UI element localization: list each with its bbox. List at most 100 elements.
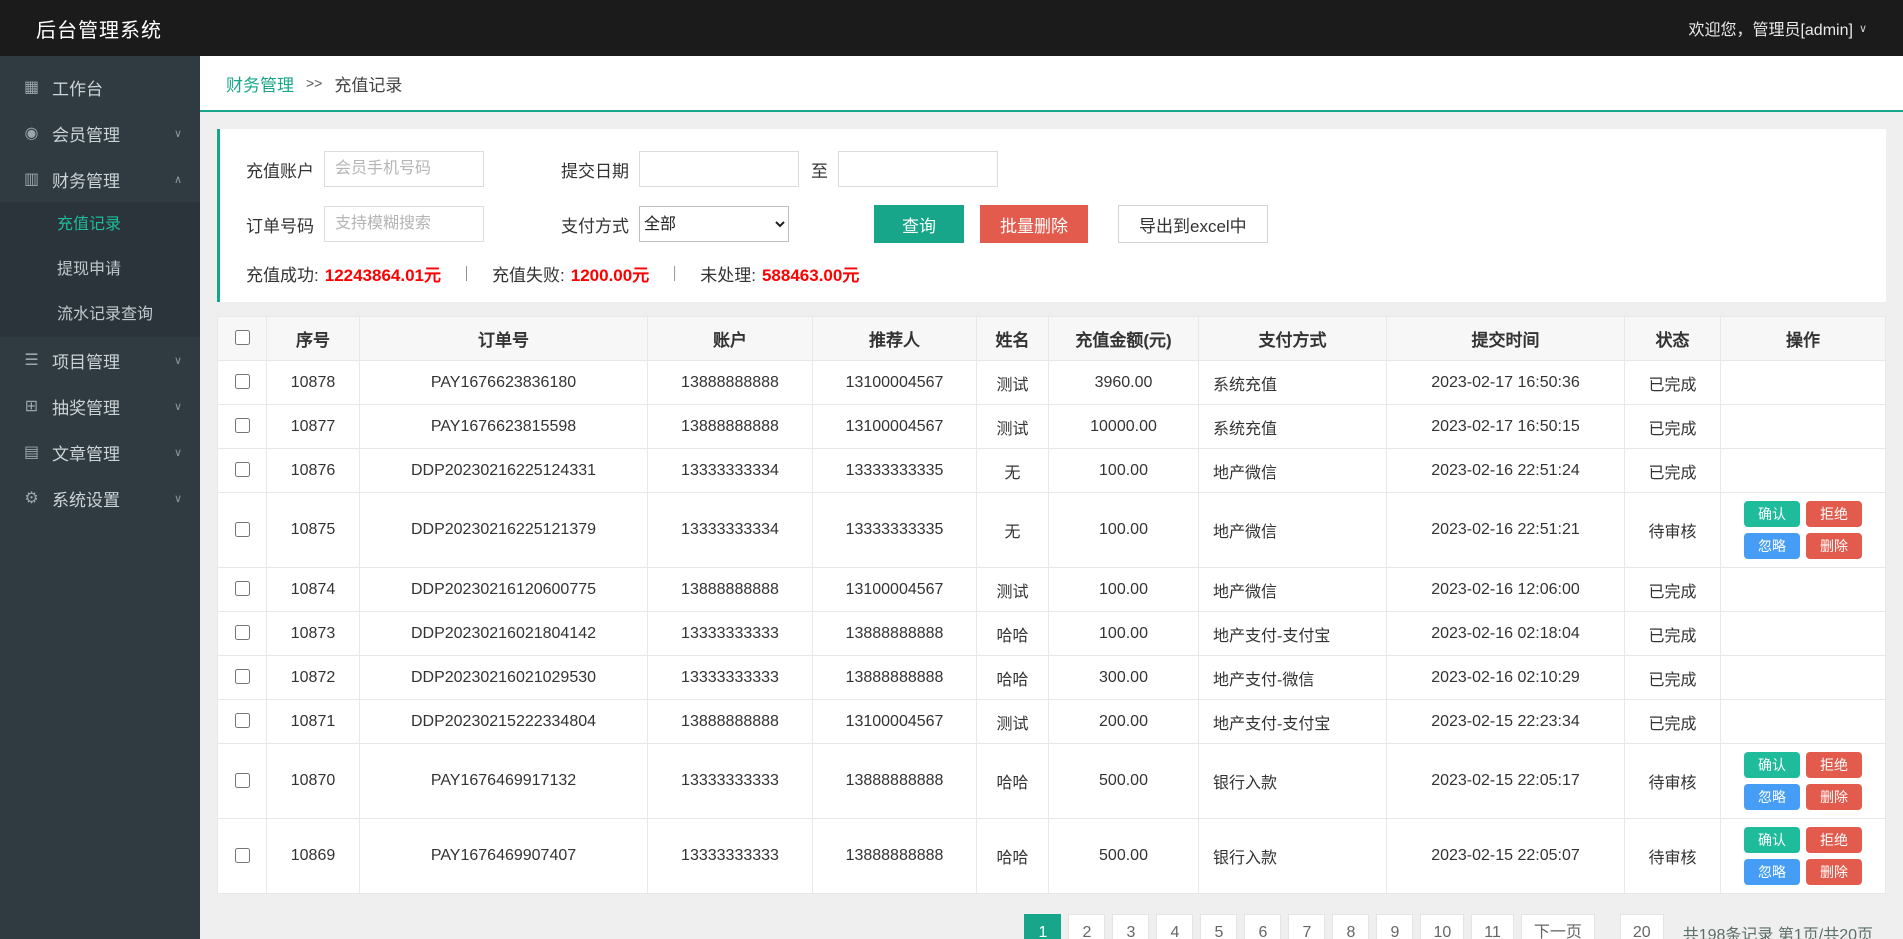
unprocessed-label: 未处理: (700, 261, 756, 286)
confirm-button[interactable]: 确认 (1744, 752, 1800, 778)
row-checkbox[interactable] (235, 374, 250, 389)
search-button[interactable]: 查询 (874, 205, 964, 243)
cell-referrer: 13333333335 (813, 449, 977, 493)
row-checkbox[interactable] (235, 669, 250, 684)
chevron-down-icon: ∨ (174, 127, 182, 140)
page-button-10[interactable]: 10 (1420, 914, 1464, 939)
page-button-8[interactable]: 8 (1332, 914, 1369, 939)
page-button-4[interactable]: 4 (1156, 914, 1193, 939)
sidebar-subitem-recharge-records[interactable]: 充值记录 (0, 202, 200, 247)
page-button-20[interactable]: 20 (1620, 914, 1664, 939)
row-checkbox[interactable] (235, 418, 250, 433)
delete-button[interactable]: 删除 (1806, 859, 1862, 885)
stats-row: 充值成功: 12243864.01元 ｜ 充值失败: 1200.00元 ｜ 未处… (246, 261, 1860, 286)
table-row: 10875DDP20230216225121379133333333341333… (218, 493, 1886, 568)
cell-pay-method: 地产微信 (1199, 449, 1387, 493)
lottery-icon: ⊞ (22, 396, 41, 416)
cell-order-no: DDP20230216021029530 (360, 656, 648, 700)
cell-name: 哈哈 (977, 612, 1049, 656)
row-checkbox[interactable] (235, 462, 250, 477)
cell-amount: 200.00 (1049, 700, 1199, 744)
cell-time: 2023-02-15 22:05:17 (1387, 744, 1625, 819)
page-button-7[interactable]: 7 (1288, 914, 1325, 939)
export-excel-button[interactable]: 导出到excel中 (1118, 205, 1268, 243)
topbar: 后台管理系统 欢迎您，管理员[admin] ∨ (0, 0, 1903, 56)
cell-time: 2023-02-16 12:06:00 (1387, 568, 1625, 612)
confirm-button[interactable]: 确认 (1744, 827, 1800, 853)
sidebar: ▦工作台◉会员管理∨▥财务管理∧充值记录提现申请流水记录查询☰项目管理∨⊞抽奖管… (0, 56, 200, 939)
delete-button[interactable]: 删除 (1806, 533, 1862, 559)
ignore-button[interactable]: 忽略 (1744, 533, 1800, 559)
cell-account: 13888888888 (648, 700, 813, 744)
row-checkbox[interactable] (235, 773, 250, 788)
sidebar-item-label: 会员管理 (52, 121, 120, 146)
cell-time: 2023-02-17 16:50:15 (1387, 405, 1625, 449)
sidebar-item-label: 工作台 (52, 75, 103, 100)
ignore-button[interactable]: 忽略 (1744, 859, 1800, 885)
cell-actions: 确认拒绝忽略删除 (1721, 819, 1886, 894)
cell-account: 13333333334 (648, 493, 813, 568)
sidebar-subitem-transaction-query[interactable]: 流水记录查询 (0, 292, 200, 337)
batch-delete-button[interactable]: 批量删除 (980, 205, 1088, 243)
reject-button[interactable]: 拒绝 (1806, 827, 1862, 853)
row-checkbox[interactable] (235, 713, 250, 728)
row-checkbox-cell (218, 656, 267, 700)
pay-method-select[interactable]: 全部 (639, 206, 789, 242)
cell-pay-method: 地产微信 (1199, 568, 1387, 612)
table-header-row: 序号订单号账户推荐人姓名充值金额(元)支付方式提交时间状态操作 (218, 317, 1886, 361)
sidebar-item-members[interactable]: ◉会员管理∨ (0, 110, 200, 156)
cell-actions: 确认拒绝忽略删除 (1721, 493, 1886, 568)
row-checkbox[interactable] (235, 522, 250, 537)
reject-button[interactable]: 拒绝 (1806, 501, 1862, 527)
page-button-5[interactable]: 5 (1200, 914, 1237, 939)
sidebar-item-articles[interactable]: ▤文章管理∨ (0, 429, 200, 475)
page-button-3[interactable]: 3 (1112, 914, 1149, 939)
ignore-button[interactable]: 忽略 (1744, 784, 1800, 810)
chevron-down-icon: ∨ (174, 492, 182, 505)
breadcrumb-parent-link[interactable]: 财务管理 (226, 71, 294, 96)
cell-amount: 500.00 (1049, 819, 1199, 894)
page-button-2[interactable]: 2 (1068, 914, 1105, 939)
cell-referrer: 13100004567 (813, 700, 977, 744)
delete-button[interactable]: 删除 (1806, 784, 1862, 810)
page-button-1[interactable]: 1 (1024, 914, 1061, 939)
confirm-button[interactable]: 确认 (1744, 501, 1800, 527)
sidebar-item-settings[interactable]: ⚙系统设置∨ (0, 475, 200, 521)
cell-seq: 10869 (267, 819, 360, 894)
row-checkbox[interactable] (235, 625, 250, 640)
cell-pay-method: 地产微信 (1199, 493, 1387, 568)
table-row: 10869PAY16764699074071333333333313888888… (218, 819, 1886, 894)
cell-account: 13333333333 (648, 819, 813, 894)
cell-seq: 10870 (267, 744, 360, 819)
row-checkbox[interactable] (235, 581, 250, 596)
cell-name: 哈哈 (977, 656, 1049, 700)
sidebar-item-workbench[interactable]: ▦工作台 (0, 64, 200, 110)
sidebar-item-projects[interactable]: ☰项目管理∨ (0, 337, 200, 383)
next-page-button[interactable]: 下一页 (1521, 914, 1595, 939)
sidebar-item-lottery[interactable]: ⊞抽奖管理∨ (0, 383, 200, 429)
page-button-9[interactable]: 9 (1376, 914, 1413, 939)
chevron-down-icon: ∨ (174, 446, 182, 459)
date-from-input[interactable] (639, 151, 799, 187)
sidebar-subitem-withdrawal-requests[interactable]: 提现申请 (0, 247, 200, 292)
sidebar-item-finance[interactable]: ▥财务管理∧ (0, 156, 200, 202)
table-row: 10870PAY16764699171321333333333313888888… (218, 744, 1886, 819)
cell-status: 已完成 (1625, 656, 1721, 700)
reject-button[interactable]: 拒绝 (1806, 752, 1862, 778)
page-button-11[interactable]: 11 (1471, 914, 1514, 939)
settings-icon: ⚙ (22, 488, 41, 508)
cell-name: 无 (977, 449, 1049, 493)
records-table: 序号订单号账户推荐人姓名充值金额(元)支付方式提交时间状态操作 10878PAY… (217, 316, 1886, 894)
account-input[interactable] (324, 151, 484, 187)
column-header: 支付方式 (1199, 317, 1387, 361)
cell-actions (1721, 405, 1886, 449)
order-input[interactable] (324, 206, 484, 242)
user-menu[interactable]: 欢迎您，管理员[admin] ∨ (1688, 16, 1867, 40)
page-button-6[interactable]: 6 (1244, 914, 1281, 939)
select-all-checkbox[interactable] (235, 330, 250, 345)
row-checkbox[interactable] (235, 848, 250, 863)
date-to-input[interactable] (838, 151, 998, 187)
pagination: 1234567891011下一页20共198条记录 第1页/共20页 (200, 914, 1873, 939)
cell-actions (1721, 361, 1886, 405)
cell-actions (1721, 700, 1886, 744)
